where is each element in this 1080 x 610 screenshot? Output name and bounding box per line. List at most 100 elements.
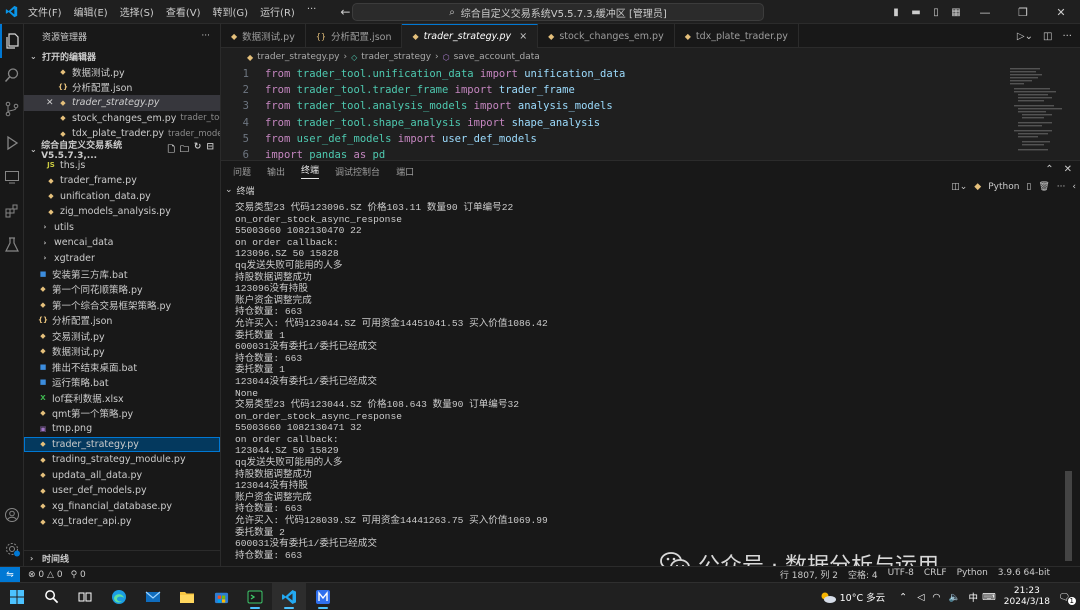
open-editor-item[interactable]: {} 分析配置.json <box>24 80 220 96</box>
open-editor-item[interactable]: ◆ stock_changes_em.pytrader_tool <box>24 111 220 127</box>
store-icon[interactable] <box>204 583 238 610</box>
tab-terminal[interactable]: 终端 <box>301 163 320 179</box>
new-file-icon[interactable]: 🗋 <box>168 142 175 158</box>
wifi-icon[interactable]: ◠ <box>932 592 940 603</box>
menu-run[interactable]: 运行(R) <box>254 4 301 19</box>
speaker-icon[interactable]: 🔈 <box>949 592 961 603</box>
editor-tab[interactable]: ◆ stock_changes_em.py <box>538 24 675 48</box>
collapse-all-icon[interactable]: ⊟ <box>206 142 214 158</box>
tab-problems[interactable]: 问题 <box>233 165 251 178</box>
encoding[interactable]: UTF-8 <box>888 568 914 581</box>
back-arrow-icon[interactable]: ← <box>340 5 350 19</box>
folder-item[interactable]: › utils <box>24 220 220 236</box>
split-terminal-icon[interactable]: ◫⌄ <box>951 182 967 192</box>
windows-start-icon[interactable] <box>0 583 34 610</box>
terminal-scrollbar[interactable] <box>1065 471 1072 561</box>
editor-tab[interactable]: ◆ tdx_plate_trader.py <box>675 24 799 48</box>
explorer-icon[interactable] <box>0 24 24 58</box>
file-item[interactable]: ◆ xg_financial_database.py <box>24 499 220 515</box>
command-center[interactable]: ⌕ 综合自定义交易系统V5.5.7.3,缓冲区 [管理员] <box>352 3 764 21</box>
file-item[interactable]: ◆ zig_models_analysis.py <box>24 204 220 220</box>
file-item[interactable]: Xlof套利数据.xlsx <box>24 390 220 406</box>
open-editor-item[interactable]: ◆ 数据测试.py <box>24 64 220 80</box>
taskbar-search-icon[interactable] <box>34 583 68 610</box>
run-file-icon[interactable]: ▷⌄ <box>1017 31 1033 42</box>
file-item[interactable]: ◆ 数据测试.py <box>24 344 220 360</box>
terminal-shell-label[interactable]: Python <box>988 182 1019 192</box>
breadcrumb-module[interactable]: trader_strategy <box>361 52 431 62</box>
open-editors-section[interactable]: ⌄ 打开的编辑器 <box>24 48 220 64</box>
open-editor-item[interactable]: ✕ ◆ trader_strategy.py <box>24 95 220 111</box>
task-view-icon[interactable] <box>68 583 102 610</box>
chevron-up-icon[interactable]: ‹ <box>1072 182 1076 192</box>
remote-explorer-icon[interactable] <box>0 160 24 194</box>
indentation[interactable]: 空格: 4 <box>848 568 878 581</box>
tab-ports[interactable]: 端口 <box>396 165 414 178</box>
ime-indicator[interactable]: 中 <box>969 590 979 604</box>
menu-view[interactable]: 查看(V) <box>160 4 207 19</box>
volume-down-icon[interactable]: ◁ <box>917 592 924 603</box>
file-item[interactable]: ▣ tmp.png <box>24 421 220 437</box>
account-icon[interactable] <box>0 498 24 532</box>
file-item[interactable]: ◆ trader_frame.py <box>24 173 220 189</box>
close-window-icon[interactable]: ✕ <box>1042 0 1080 24</box>
breadcrumb-symbol[interactable]: save_account_data <box>454 52 540 62</box>
file-item[interactable]: ■ 安装第三方库.bat <box>24 266 220 282</box>
folder-item[interactable]: › wencai_data <box>24 235 220 251</box>
python-version[interactable]: 3.9.6 64-bit <box>998 568 1050 581</box>
source-control-icon[interactable] <box>0 92 24 126</box>
close-tab-icon[interactable]: × <box>519 31 527 42</box>
new-terminal-icon[interactable]: ▯ <box>1026 182 1031 192</box>
toggle-sidebar-icon[interactable]: ▮ <box>886 0 906 24</box>
file-item[interactable]: JS ths.js <box>24 158 220 174</box>
edge-browser-icon[interactable] <box>102 583 136 610</box>
cursor-position[interactable]: 行 1807, 列 2 <box>780 568 838 581</box>
file-item[interactable]: ■ 运行策略.bat <box>24 375 220 391</box>
app-m-icon[interactable] <box>306 583 340 610</box>
menu-edit[interactable]: 编辑(E) <box>68 4 114 19</box>
timeline-section[interactable]: › 时间线 <box>24 550 220 566</box>
maximize-panel-icon[interactable]: ⌃ <box>1045 164 1053 175</box>
menu-selection[interactable]: 选择(S) <box>114 4 160 19</box>
weather-text[interactable]: 10°C 多云 <box>840 590 886 604</box>
errors-status[interactable]: ⊗ 0 △ 0 <box>28 570 63 580</box>
end-of-line[interactable]: CRLF <box>924 568 947 581</box>
file-item[interactable]: {} 分析配置.json <box>24 313 220 329</box>
ports-status[interactable]: ⚲ 0 <box>71 570 86 580</box>
file-item[interactable]: ◆ updata_all_data.py <box>24 468 220 484</box>
file-item[interactable]: ◆ xg_trader_api.py <box>24 514 220 530</box>
trash-icon[interactable]: 🗑 <box>1038 182 1049 192</box>
tab-output[interactable]: 输出 <box>267 165 285 178</box>
code-editor[interactable]: 1 from trader_tool.unification_data impor… <box>221 66 1001 160</box>
open-editor-item[interactable]: ◆ tdx_plate_trader.pytrader_models\... <box>24 126 220 142</box>
file-item[interactable]: ◆ 第一个综合交易框架策略.py <box>24 297 220 313</box>
file-item[interactable]: ◆ 第一个同花顺策略.py <box>24 282 220 298</box>
file-item[interactable]: ◆ qmt第一个策略.py <box>24 406 220 422</box>
file-item[interactable]: ◆ unification_data.py <box>24 189 220 205</box>
testing-flask-icon[interactable] <box>0 228 24 262</box>
minimize-icon[interactable]: — <box>966 0 1004 24</box>
editor-tab[interactable]: ◆ trader_strategy.py × <box>402 24 539 48</box>
tray-chevron-icon[interactable]: ⌃ <box>899 592 907 603</box>
project-section[interactable]: ⌄ 综合自定义交易系统V5.5.7.3,... 🗋 🗀 ↻ ⊟ <box>24 141 220 161</box>
terminal-app-icon[interactable] <box>238 583 272 610</box>
refresh-icon[interactable]: ↻ <box>194 142 202 158</box>
vscode-taskbar-icon[interactable] <box>272 582 306 610</box>
toggle-secondary-sidebar-icon[interactable]: ▯ <box>926 0 946 24</box>
file-item[interactable]: ◆ 交易测试.py <box>24 328 220 344</box>
menu-go[interactable]: 转到(G) <box>207 4 255 19</box>
language-mode[interactable]: Python <box>957 568 988 581</box>
minimap[interactable] <box>1010 66 1066 160</box>
more-icon[interactable]: ··· <box>1057 182 1066 192</box>
menu-file[interactable]: 文件(F) <box>22 4 68 19</box>
file-explorer-icon[interactable] <box>170 583 204 610</box>
folder-item[interactable]: › xgtrader <box>24 251 220 267</box>
editor-tab[interactable]: ◆ 数据测试.py <box>221 24 306 48</box>
file-item[interactable]: ◆ user_def_models.py <box>24 483 220 499</box>
clock[interactable]: 21:23 2024/3/18 <box>1004 586 1050 608</box>
more-actions-icon[interactable]: ··· <box>1062 31 1072 42</box>
remote-icon[interactable]: ⇋ <box>0 566 20 583</box>
keyboard-icon[interactable]: ⌨ <box>982 592 996 603</box>
menu-more[interactable]: ··· <box>301 4 323 19</box>
notification-icon[interactable]: 🗨 1 <box>1058 592 1076 605</box>
